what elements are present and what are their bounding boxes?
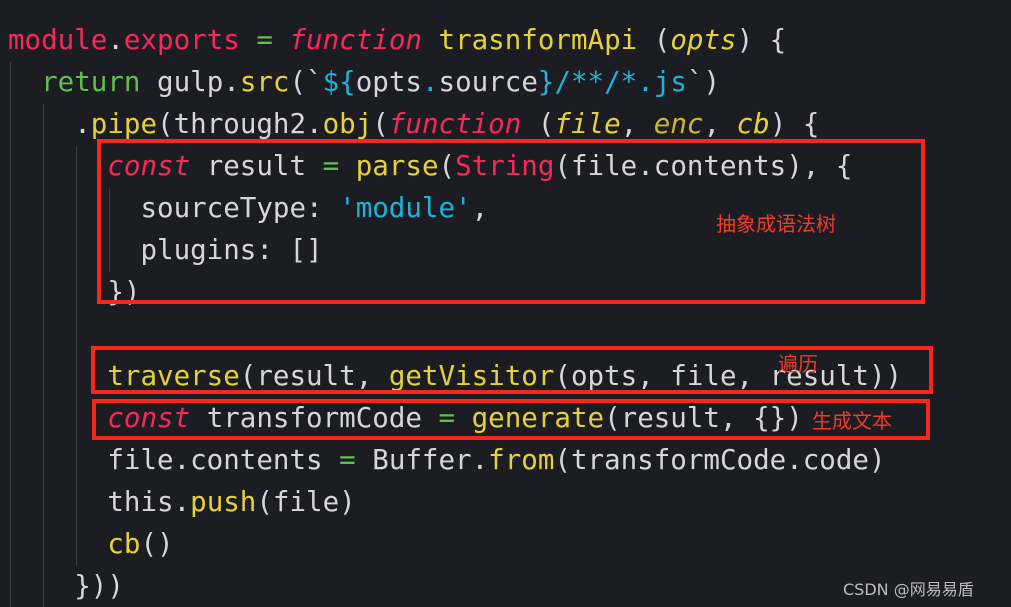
code-token: gulp.: [140, 66, 240, 98]
code-token: push: [190, 486, 257, 518]
watermark: CSDN @网易易盾: [843, 580, 974, 599]
code-token: (: [521, 108, 555, 140]
code-token: cb: [736, 108, 770, 140]
code-token: =: [256, 24, 273, 56]
code-editor[interactable]: module.exports = function trasnformApi (…: [8, 19, 902, 607]
code-token: })): [74, 570, 124, 602]
code-token: =: [339, 444, 356, 476]
code-token: opts: [355, 66, 422, 98]
code-token: .: [107, 24, 124, 56]
code-token: this.: [107, 486, 191, 518]
code-token: .: [74, 108, 91, 140]
code-token: (through2.: [157, 108, 323, 140]
code-line: file.contents = Buffer.from(transformCod…: [8, 439, 902, 481]
code-token: (: [637, 24, 671, 56]
code-token: obj: [322, 108, 373, 140]
code-token: `): [686, 66, 721, 98]
code-token: (`: [289, 66, 323, 98]
code-token: ,: [620, 108, 654, 140]
code-line: this.push(file): [8, 481, 902, 523]
code-token: source: [438, 66, 538, 98]
code-token: src: [239, 66, 290, 98]
code-token: trasnformApi: [438, 24, 638, 56]
code-token: file: [554, 108, 621, 140]
code-token: }: [537, 66, 555, 98]
annotation-ast: 抽象成语法树: [716, 212, 836, 236]
code-token: pipe: [90, 108, 158, 140]
code-token: (): [140, 528, 174, 560]
code-token: Buffer.: [355, 444, 489, 476]
annotation-box-generate: [92, 399, 930, 440]
code-token: .: [421, 66, 439, 98]
code-token: function: [388, 108, 522, 140]
code-token: module: [8, 24, 108, 56]
code-token: file.contents: [107, 444, 340, 476]
code-token: opts: [670, 24, 737, 56]
code-line: return gulp.src(`${opts.source}/**/*.js`…: [8, 61, 902, 103]
code-token: (: [372, 108, 389, 140]
code-token: enc: [653, 108, 704, 140]
code-token: ) {: [769, 108, 820, 140]
code-token: (transformCode.code): [554, 444, 886, 476]
code-token: exports: [123, 24, 240, 56]
code-line: cb(): [8, 523, 902, 565]
code-token: /**/*.js: [554, 66, 687, 98]
annotation-traverse: 遍历: [778, 352, 818, 376]
code-token: ) {: [736, 24, 787, 56]
code-token: cb: [107, 528, 141, 560]
code-line: module.exports = function trasnformApi (…: [8, 19, 902, 61]
annotation-generate: 生成文本: [812, 409, 892, 433]
code-token: function: [289, 24, 422, 56]
code-token: from: [488, 444, 555, 476]
code-token: ,: [703, 108, 737, 140]
code-token: (file): [256, 486, 356, 518]
code-token: ${: [322, 66, 356, 98]
code-line: })): [8, 565, 902, 607]
code-token: return: [41, 66, 141, 98]
